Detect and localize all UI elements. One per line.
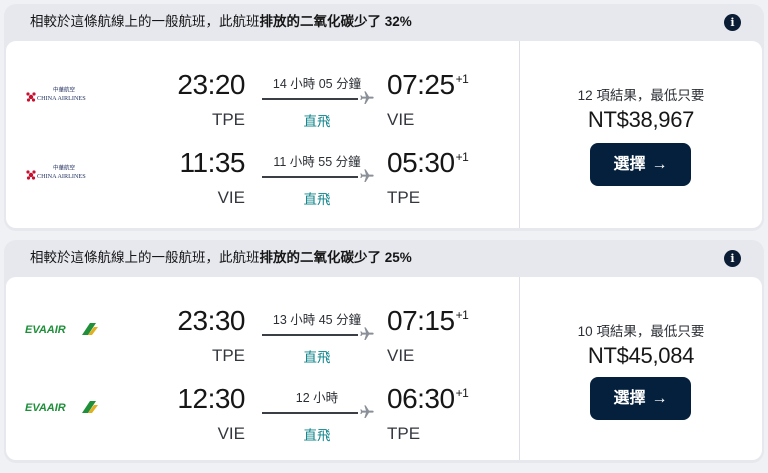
arrival-time: 07:25+1 xyxy=(387,69,469,101)
arrival-time: 06:30+1 xyxy=(387,383,469,415)
results-count: 10 項結果，最低只要 xyxy=(577,324,705,339)
plane-icon xyxy=(360,405,374,418)
arrival-time-value: 06:30 xyxy=(387,383,455,414)
logo-text-english: EVAAIR xyxy=(25,402,66,414)
arrival-airport: TPE xyxy=(387,424,421,443)
stops-label: 直飛 xyxy=(303,428,331,443)
plane-icon xyxy=(360,327,374,340)
route-line xyxy=(262,98,358,100)
arrival-day-offset: +1 xyxy=(455,150,469,164)
eco-notice-emphasis: 排放的二氧化碳少了 25% xyxy=(259,250,412,265)
departure-time: 23:20 xyxy=(177,69,245,100)
flight-duration: 11 小時 55 分鐘 xyxy=(273,155,361,169)
route-line xyxy=(262,334,358,336)
flight-leg-return: 中華航空 CHINA AIRLINES 11:35 VIE 11 小時 55 分… xyxy=(6,141,520,221)
plane-icon xyxy=(360,169,374,182)
logo-text-english: EVAAIR xyxy=(25,324,66,336)
select-button-label: 選擇 xyxy=(613,390,646,407)
info-icon[interactable]: i xyxy=(724,250,741,267)
logo-text-english: CHINA AIRLINES xyxy=(37,95,86,102)
itinerary-body: 中華航空 CHINA AIRLINES 23:20 TPE 14 小時 05 分… xyxy=(6,41,762,228)
eco-notice-emphasis: 排放的二氧化碳少了 32% xyxy=(259,14,412,29)
select-button[interactable]: 選擇 → xyxy=(590,143,691,186)
itinerary-card[interactable]: 相較於這條航線上的一般航班，此航班排放的二氧化碳少了 25% i EVAAIR … xyxy=(4,240,764,463)
stops-label: 直飛 xyxy=(303,114,331,129)
results-count: 12 項結果，最低只要 xyxy=(577,88,705,103)
arrival-day-offset: +1 xyxy=(455,386,469,400)
price-panel: 10 項結果，最低只要 NT$45,084 選擇 → xyxy=(520,277,762,460)
itinerary-body: EVAAIR 23:30 TPE 13 小時 45 分鐘 直飛 07:15+1 … xyxy=(6,277,762,460)
stops-label: 直飛 xyxy=(303,192,331,207)
itinerary-legs: EVAAIR 23:30 TPE 13 小時 45 分鐘 直飛 07:15+1 … xyxy=(6,277,520,460)
flight-leg-outbound: EVAAIR 23:30 TPE 13 小時 45 分鐘 直飛 07:15+1 … xyxy=(6,299,520,379)
departure-time: 11:35 xyxy=(179,147,246,178)
arrival-time-value: 07:15 xyxy=(387,305,455,336)
arrival-day-offset: +1 xyxy=(455,72,469,86)
arrival-day-offset: +1 xyxy=(455,308,469,322)
itinerary-card[interactable]: 相較於這條航線上的一般航班，此航班排放的二氧化碳少了 32% i 中華航空 CH… xyxy=(4,4,764,231)
route-line xyxy=(262,176,358,178)
eva-air-logo: EVAAIR xyxy=(25,323,98,336)
eco-notice: 相較於這條航線上的一般航班，此航班排放的二氧化碳少了 32% xyxy=(4,4,764,40)
departure-airport: TPE xyxy=(211,110,245,129)
logo-text-chinese: 中華航空 xyxy=(53,164,76,172)
flight-duration: 14 小時 05 分鐘 xyxy=(272,77,362,91)
flight-leg-outbound: 中華航空 CHINA AIRLINES 23:20 TPE 14 小時 05 分… xyxy=(6,63,520,143)
flight-leg-return: EVAAIR 12:30 VIE 12 小時 直飛 06:30+1 TPE xyxy=(6,377,520,457)
arrival-time: 05:30+1 xyxy=(387,147,469,179)
plane-icon xyxy=(360,91,374,104)
itinerary-legs: 中華航空 CHINA AIRLINES 23:20 TPE 14 小時 05 分… xyxy=(6,41,520,228)
departure-time: 23:30 xyxy=(177,305,245,336)
arrival-airport: TPE xyxy=(387,188,421,207)
arrival-time: 07:15+1 xyxy=(387,305,469,337)
stops-label: 直飛 xyxy=(303,350,331,365)
arrival-time-value: 07:25 xyxy=(387,69,455,100)
flight-duration: 13 小時 45 分鐘 xyxy=(272,313,362,327)
arrow-right-icon: → xyxy=(651,390,668,407)
arrival-airport: VIE xyxy=(387,110,415,129)
arrival-airport: VIE xyxy=(387,346,415,365)
departure-airport: VIE xyxy=(217,188,245,207)
eco-notice: 相較於這條航線上的一般航班，此航班排放的二氧化碳少了 25% xyxy=(4,240,764,276)
eco-notice-prefix: 相較於這條航線上的一般航班，此航班 xyxy=(30,14,260,29)
price-panel: 12 項結果，最低只要 NT$38,967 選擇 → xyxy=(520,41,762,228)
departure-airport: VIE xyxy=(217,424,245,443)
select-button-label: 選擇 xyxy=(613,156,646,173)
eva-air-logo: EVAAIR xyxy=(25,401,98,414)
logo-text-english: CHINA AIRLINES xyxy=(37,173,86,180)
departure-time: 12:30 xyxy=(177,383,245,414)
departure-airport: TPE xyxy=(211,346,245,365)
eco-notice-prefix: 相較於這條航線上的一般航班，此航班 xyxy=(30,250,260,265)
flight-duration: 12 小時 xyxy=(295,391,339,405)
lowest-price: NT$38,967 xyxy=(587,107,695,132)
china-airlines-logo: 中華航空 CHINA AIRLINES xyxy=(26,86,86,102)
lowest-price: NT$45,084 xyxy=(587,343,695,368)
select-button[interactable]: 選擇 → xyxy=(590,377,691,420)
china-airlines-logo: 中華航空 CHINA AIRLINES xyxy=(26,164,86,180)
arrow-right-icon: → xyxy=(651,156,668,173)
logo-text-chinese: 中華航空 xyxy=(53,86,76,94)
route-line xyxy=(262,412,358,414)
arrival-time-value: 05:30 xyxy=(387,147,455,178)
info-icon[interactable]: i xyxy=(724,14,741,31)
